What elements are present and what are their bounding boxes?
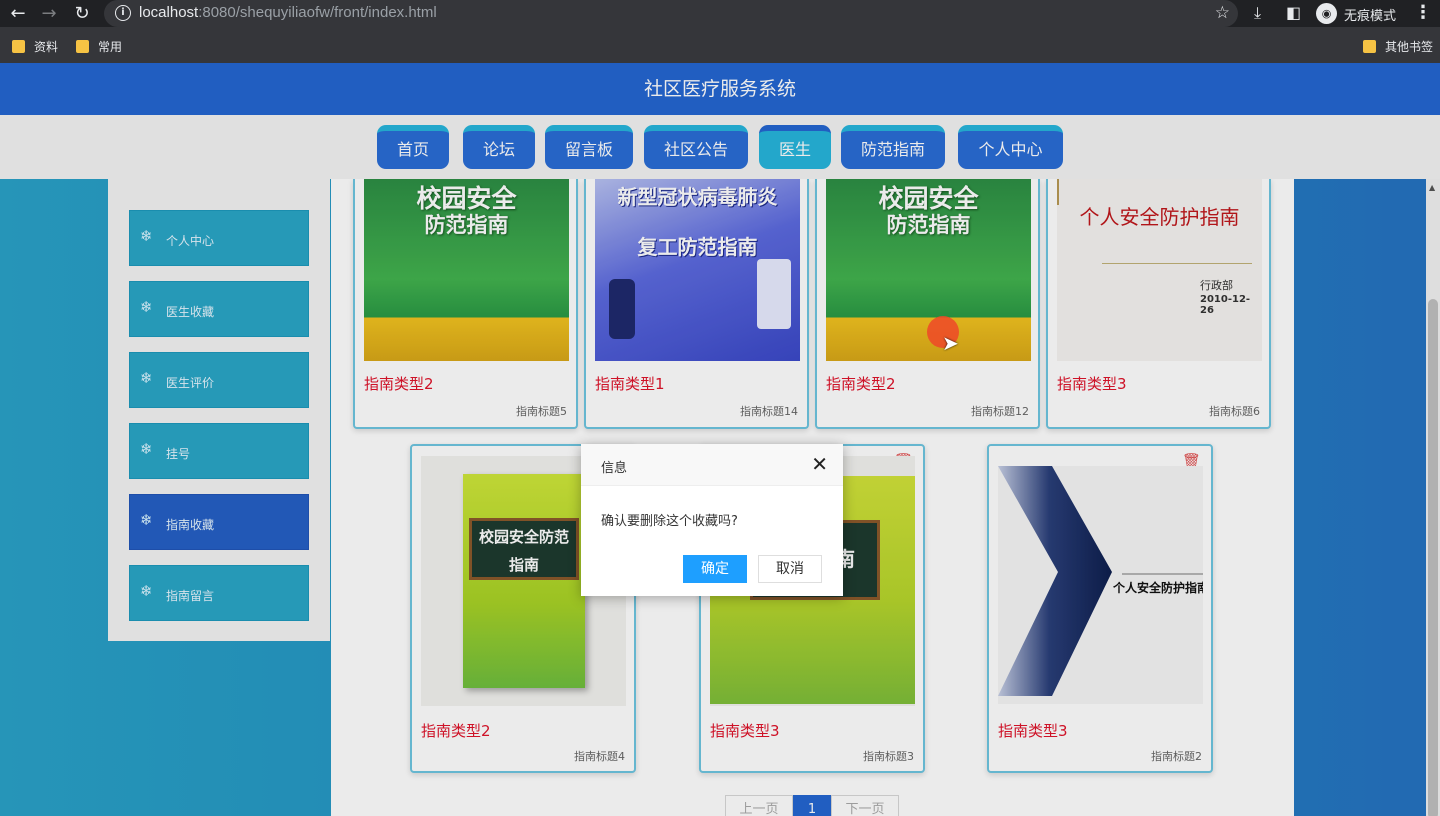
modal-overlay[interactable] [0, 63, 1440, 816]
address-bar[interactable]: i localhost:8080/shequyiliaofw/front/ind… [104, 0, 1238, 27]
mouse-cursor-icon: ➤ [942, 331, 959, 355]
bookmark-star-icon[interactable]: ☆ [1215, 3, 1230, 23]
bookmark-folder[interactable]: 常用 [76, 38, 122, 55]
url-text: localhost:8080/shequyiliaofw/front/index… [139, 4, 437, 21]
folder-icon [12, 40, 25, 53]
page: 社区医疗服务系统 首页 论坛 留言板 社区公告 医生 防范指南 个人中心 ❄ 个人… [0, 63, 1440, 816]
browser-menu-icon[interactable]: ⋮ [1414, 2, 1432, 23]
folder-icon [76, 40, 89, 53]
sidepanel-icon[interactable]: ◧ [1286, 3, 1301, 23]
folder-icon [1363, 40, 1376, 53]
other-bookmarks[interactable]: 其他书签 [1363, 38, 1433, 55]
download-icon[interactable]: ⤓ [1254, 3, 1261, 23]
close-icon[interactable]: ✕ [811, 453, 828, 475]
confirm-button[interactable]: 确定 [683, 555, 747, 583]
cancel-button[interactable]: 取消 [758, 555, 822, 583]
browser-toolbar: ← → ↻ i localhost:8080/shequyiliaofw/fro… [0, 0, 1440, 27]
back-arrow-icon[interactable]: ← [7, 3, 29, 25]
forward-arrow-icon[interactable]: → [38, 3, 60, 25]
confirm-delete-dialog: 信息 ✕ 确认要删除这个收藏吗? 确定 取消 [581, 444, 843, 596]
incognito-icon[interactable]: ◉ [1316, 3, 1337, 24]
bookmarks-bar: 资料 常用 其他书签 [0, 27, 1440, 63]
incognito-label: 无痕模式 [1344, 8, 1397, 23]
reload-icon[interactable]: ↻ [71, 3, 93, 25]
bookmark-folder[interactable]: 资料 [12, 38, 58, 55]
dialog-title: 信息 [601, 461, 628, 476]
dialog-message: 确认要删除这个收藏吗? [601, 514, 738, 529]
site-info-icon[interactable]: i [115, 5, 131, 21]
dialog-header: 信息 ✕ [581, 444, 843, 486]
